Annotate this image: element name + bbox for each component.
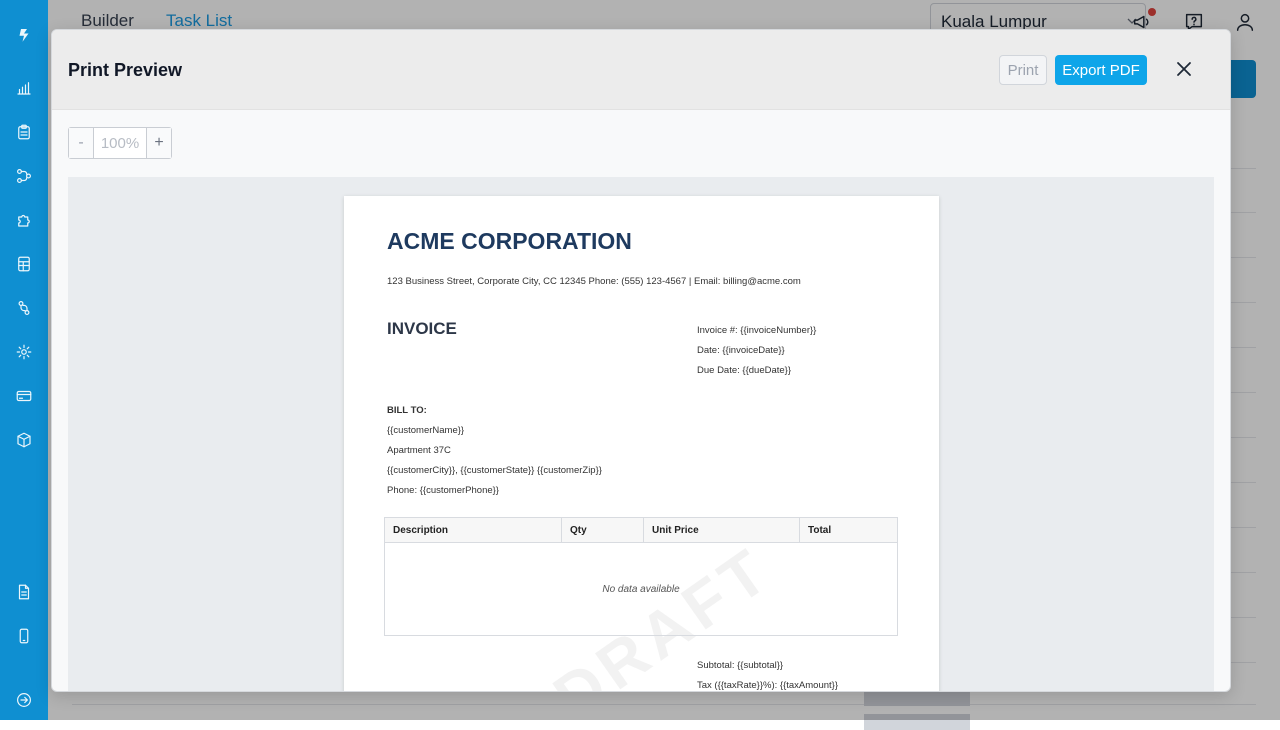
customer-city-line: {{customerCity}}, {{customerState}} {{cu… [387, 465, 602, 476]
line-items-table: Description Qty Unit Price Total No data… [384, 517, 898, 636]
gear-icon[interactable] [12, 340, 36, 364]
document-icon[interactable] [12, 580, 36, 604]
zoom-out-button[interactable]: - [69, 128, 93, 158]
column-header-unit-price: Unit Price [644, 518, 800, 542]
print-button[interactable]: Print [999, 55, 1047, 85]
zoom-in-button[interactable]: + [147, 128, 171, 158]
spreadsheet-icon[interactable] [12, 252, 36, 276]
credit-card-icon[interactable] [12, 384, 36, 408]
company-name: ACME CORPORATION [387, 228, 632, 254]
close-button[interactable] [1173, 58, 1195, 80]
print-preview-modal: Print Preview Print Export PDF - 100% + … [51, 29, 1231, 692]
column-header-qty: Qty [562, 518, 644, 542]
mobile-icon[interactable] [12, 624, 36, 648]
bill-to-block: BILL TO: {{customerName}} Apartment 37C … [387, 401, 602, 501]
invoice-title: INVOICE [387, 319, 457, 338]
puzzle-icon[interactable] [12, 208, 36, 232]
zoom-control: - 100% + [68, 127, 172, 159]
invoice-date: Date: {{invoiceDate}} [697, 345, 785, 356]
app-logo-icon[interactable] [12, 23, 36, 47]
modal-title: Print Preview [68, 60, 183, 80]
close-icon [1177, 62, 1191, 76]
invoice-meta: Invoice #: {{invoiceNumber}} Date: {{inv… [697, 321, 816, 381]
zoom-level: 100% [93, 128, 147, 158]
invoice-number: Invoice #: {{invoiceNumber}} [697, 325, 817, 336]
customer-name: {{customerName}} [387, 425, 465, 436]
modal-header: Print Preview Print Export PDF [52, 30, 1230, 110]
export-pdf-button[interactable]: Export PDF [1055, 55, 1147, 85]
clipboard-icon[interactable] [12, 120, 36, 144]
integration-icon[interactable] [12, 296, 36, 320]
subtotal: Subtotal: {{subtotal}} [697, 660, 784, 671]
workflow-icon[interactable] [12, 164, 36, 188]
column-header-description: Description [385, 518, 562, 542]
app-sidebar [0, 0, 48, 720]
invoice-due-date: Due Date: {{dueDate}} [697, 365, 792, 376]
column-header-total: Total [808, 524, 832, 536]
empty-table-message: No data available [602, 584, 680, 595]
analytics-icon[interactable] [12, 76, 36, 100]
tax-amount: Tax ({{taxRate}}%): {{taxAmount}} [697, 680, 839, 691]
customer-address: Apartment 37C [387, 445, 451, 456]
bill-to-label: BILL TO: [387, 405, 427, 416]
box-icon[interactable] [12, 428, 36, 452]
table-header: Description Qty Unit Price Total [385, 518, 897, 543]
customer-phone: Phone: {{customerPhone}} [387, 485, 499, 496]
expand-sidebar-icon[interactable] [12, 688, 36, 712]
preview-canvas[interactable]: DRAFT ACME CORPORATION 123 Business Stre… [68, 177, 1214, 691]
invoice-page: DRAFT ACME CORPORATION 123 Business Stre… [344, 196, 939, 691]
company-address: 123 Business Street, Corporate City, CC … [387, 276, 801, 287]
totals-block: Subtotal: {{subtotal}} Tax ({{taxRate}}%… [697, 656, 839, 691]
